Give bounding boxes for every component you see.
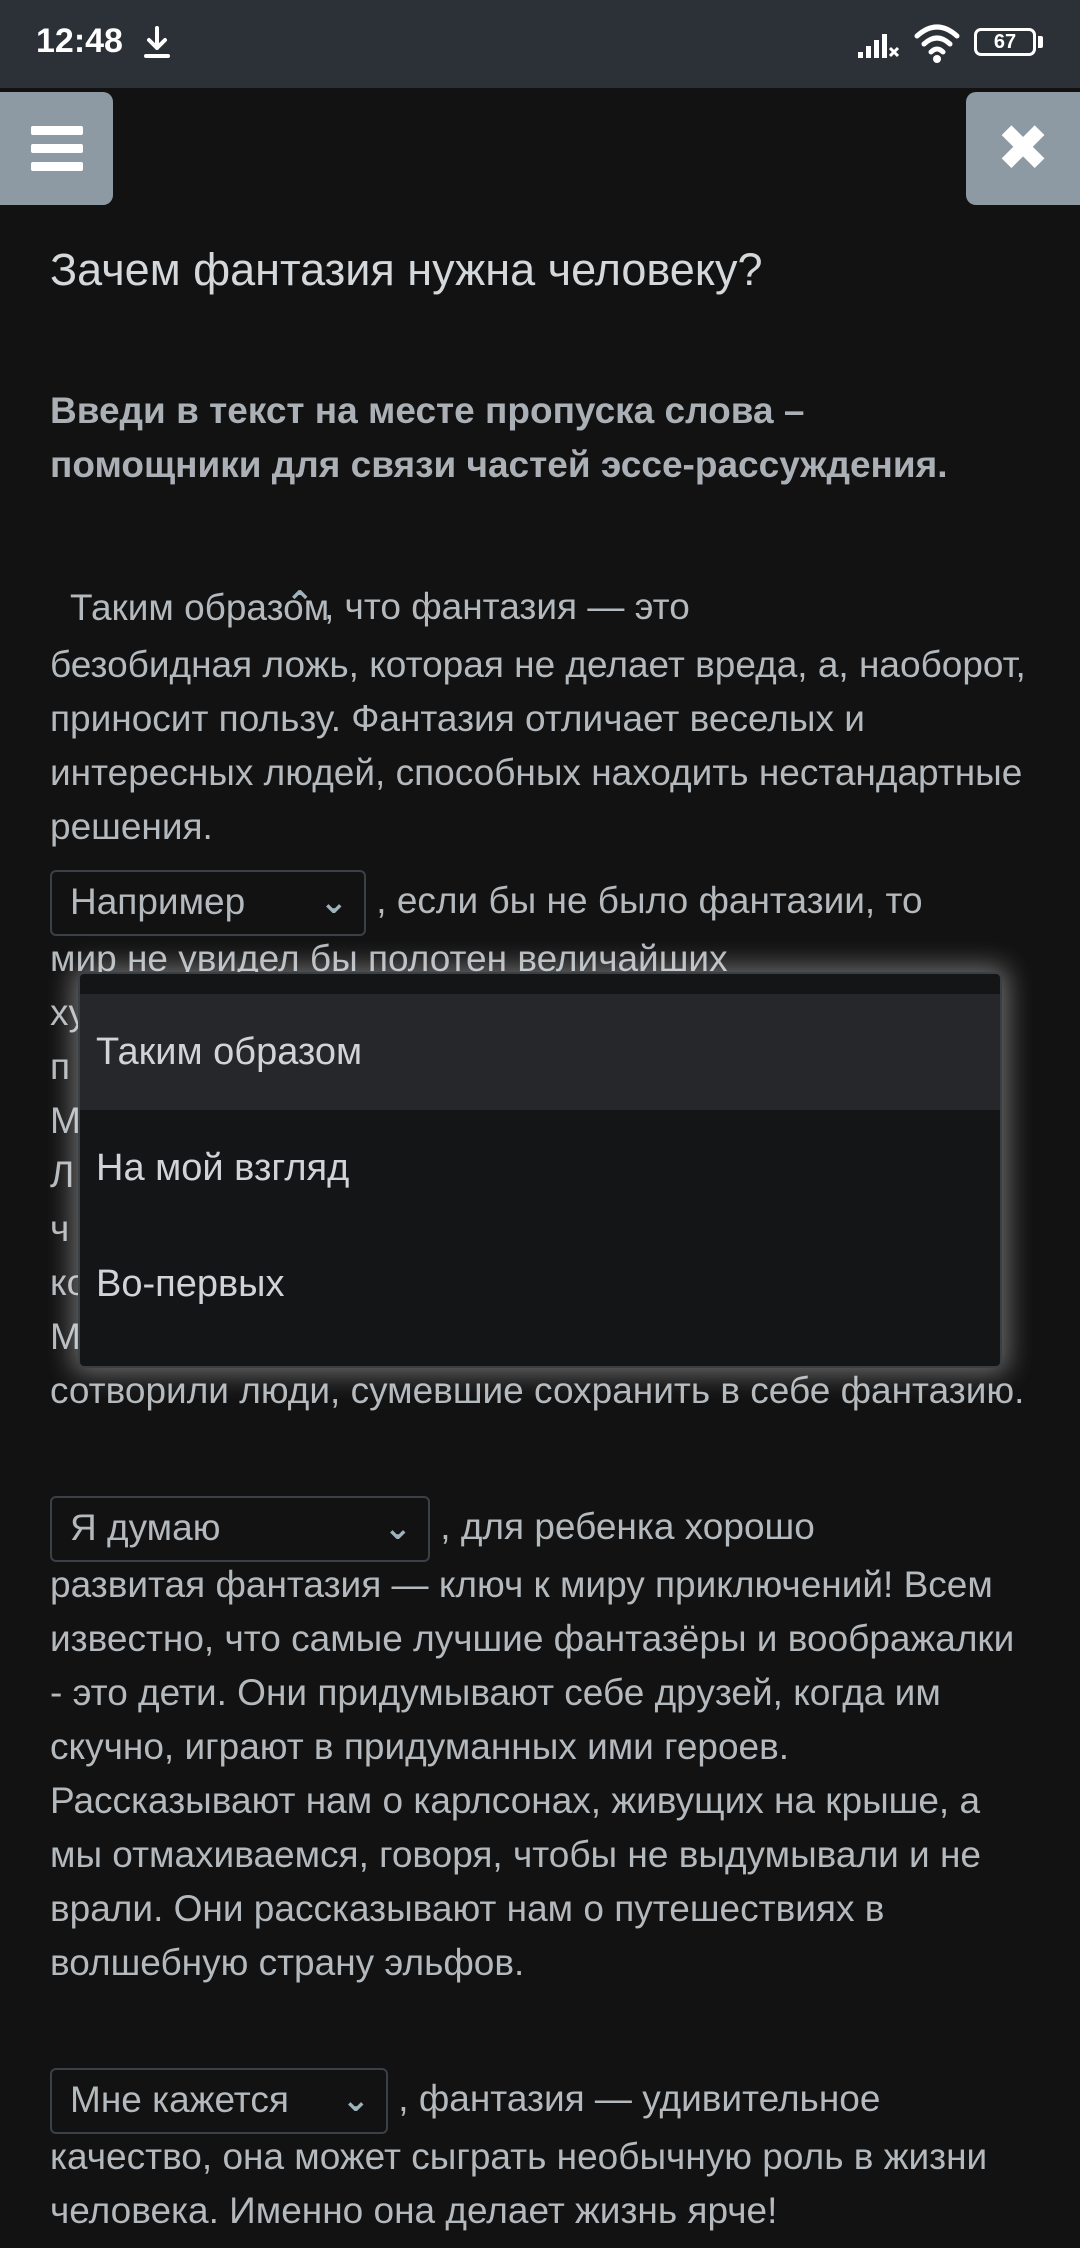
dropdown-value: Мне кажется <box>70 2079 289 2120</box>
dropdown-option[interactable]: Во-первых <box>80 1226 1000 1342</box>
paragraph-4: Мне кажется ⌄ , фантазия — удивительное к… <box>50 2068 1030 2238</box>
paragraph-1: Таким образом ⌃, что фантазия — это безоб… <box>50 576 1030 854</box>
battery-level: 67 <box>993 31 1017 53</box>
signal-icon <box>858 34 900 58</box>
paragraph-text-end: сотворили люди, сумевшие сохранить в себ… <box>50 1370 1025 1411</box>
task-instruction: Введи в текст на месте пропуска слова – … <box>50 390 948 485</box>
gap-dropdown-2[interactable]: Например ⌄ <box>50 870 366 936</box>
status-time: 12:48 <box>36 22 123 60</box>
download-icon <box>144 26 170 58</box>
gap-dropdown-4[interactable]: Мне кажется ⌄ <box>50 2068 388 2134</box>
dropdown-value: Я думаю <box>70 1507 221 1548</box>
gap-dropdown-3[interactable]: Я думаю ⌄ <box>50 1496 430 1562</box>
dropdown-option[interactable]: Таким образом <box>80 994 1000 1110</box>
chevron-down-icon: ⌄ <box>341 2081 371 2119</box>
battery-icon: 67 <box>974 28 1036 56</box>
paragraph-3: Я думаю ⌄ , для ребенка хорошо развитая ф… <box>50 1496 1030 1990</box>
paragraph-text-start: , если бы не было фантазии, то <box>376 879 923 921</box>
chevron-up-icon: ⌃ <box>285 585 315 623</box>
chevron-down-icon: ⌄ <box>319 883 349 921</box>
battery-tip <box>1038 36 1043 48</box>
paragraph-text-start: , фантазия — удивительное <box>398 2077 881 2119</box>
page-title: Зачем фантазия нужна человеку? <box>50 244 763 295</box>
dropdown-value: Например <box>70 881 246 922</box>
gap-dropdown-1[interactable]: Таким образом ⌃ <box>50 576 436 642</box>
hamburger-icon-bar <box>31 126 83 135</box>
dropdown-option[interactable]: На мой взгляд <box>80 1110 1000 1226</box>
close-button[interactable]: ✖ <box>966 92 1080 205</box>
wifi-icon <box>914 24 960 63</box>
paragraph-text-start: , для ребенка хорошо <box>440 1505 815 1547</box>
dropdown-menu: Таким образом На мой взгляд Во-первых <box>78 972 1002 1368</box>
hamburger-icon-bar <box>31 162 83 171</box>
hamburger-icon-bar <box>31 144 83 153</box>
close-icon: ✖ <box>996 112 1050 184</box>
menu-button[interactable] <box>0 92 113 205</box>
paragraph-text: безобидная ложь, которая не делает вреда… <box>50 644 1026 847</box>
paragraph-text: качество, она может сыграть необычную ро… <box>50 2136 988 2231</box>
status-bar: 12:48 67 <box>0 0 1080 88</box>
paragraph-text: развитая фантазия — ключ к миру приключе… <box>50 1564 1015 1983</box>
chevron-down-icon: ⌄ <box>383 1509 413 1547</box>
